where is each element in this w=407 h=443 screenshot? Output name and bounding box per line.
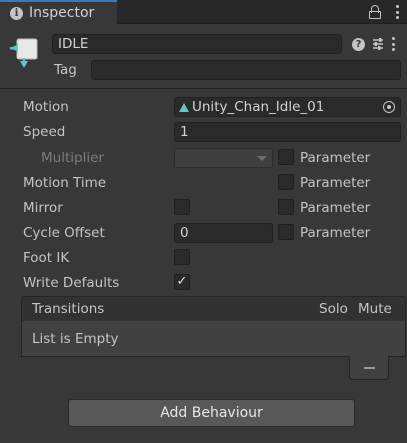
lock-icon[interactable]: [369, 5, 381, 19]
tab-bar: i Inspector: [0, 0, 407, 24]
animation-clip-icon: [179, 102, 189, 112]
mirror-checkbox[interactable]: [174, 199, 190, 215]
transitions-list-header: Transitions Solo Mute: [21, 296, 406, 322]
tab-inspector[interactable]: i Inspector: [0, 0, 117, 24]
multiplier-parameter-checkbox[interactable]: [278, 149, 294, 165]
state-name-field[interactable]: IDLE: [52, 34, 342, 54]
mute-column-label: Mute: [358, 301, 392, 317]
motion-label: Motion: [23, 99, 69, 115]
object-picker-icon[interactable]: [383, 101, 395, 113]
info-icon: i: [10, 6, 23, 20]
animator-state-icon: [10, 38, 38, 68]
multiplier-label: Multiplier: [41, 150, 104, 166]
header-divider: [0, 88, 407, 89]
write-defaults-label: Write Defaults: [23, 275, 120, 291]
tag-label: Tag: [54, 62, 77, 78]
minus-icon: [364, 367, 375, 369]
tab-tools: [369, 3, 399, 21]
speed-label: Speed: [23, 124, 66, 140]
add-behaviour-button[interactable]: Add Behaviour: [68, 399, 355, 427]
help-icon[interactable]: ?: [352, 38, 365, 51]
multiplier-dropdown[interactable]: [174, 148, 273, 168]
component-menu-icon[interactable]: [392, 37, 396, 51]
cycle-offset-parameter-checkbox[interactable]: [278, 224, 294, 240]
foot-ik-checkbox[interactable]: [174, 249, 190, 265]
tag-field[interactable]: [91, 60, 401, 80]
tab-menu-icon[interactable]: [395, 5, 399, 19]
motion-object-field[interactable]: Unity_Chan_Idle_01: [174, 97, 401, 117]
write-defaults-checkbox[interactable]: ✓: [174, 274, 190, 290]
mirror-parameter-checkbox[interactable]: [278, 199, 294, 215]
cycle-offset-field[interactable]: 0: [174, 223, 273, 243]
foot-ik-label: Foot IK: [23, 250, 70, 266]
mirror-label: Mirror: [23, 200, 63, 216]
cycle-offset-parameter-label: Parameter: [300, 225, 371, 241]
cycle-offset-label: Cycle Offset: [23, 225, 105, 241]
solo-column-label: Solo: [319, 301, 348, 317]
motion-time-parameter-checkbox[interactable]: [278, 174, 294, 190]
chevron-down-icon: [257, 156, 267, 161]
motion-value: Unity_Chan_Idle_01: [192, 99, 325, 115]
remove-transition-button[interactable]: [349, 356, 389, 380]
transitions-list-body: List is Empty: [21, 321, 406, 357]
list-empty-text: List is Empty: [32, 331, 119, 347]
motion-time-parameter-label: Parameter: [300, 175, 371, 191]
presets-icon[interactable]: [371, 37, 385, 51]
mirror-parameter-label: Parameter: [300, 200, 371, 216]
multiplier-parameter-label: Parameter: [300, 150, 371, 166]
transitions-title: Transitions: [32, 301, 105, 317]
speed-field[interactable]: 1: [174, 122, 401, 142]
motion-time-label: Motion Time: [23, 175, 107, 191]
tab-title: Inspector: [29, 5, 95, 21]
